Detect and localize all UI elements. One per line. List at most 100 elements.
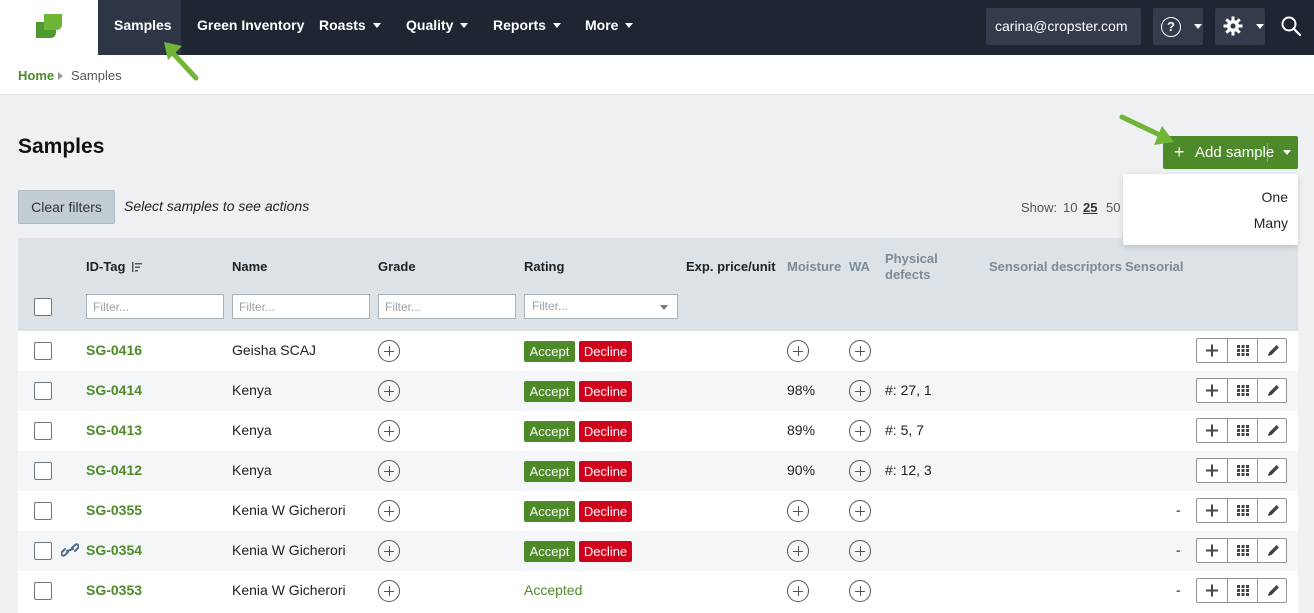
decline-button[interactable]: Decline (579, 381, 632, 402)
link-icon[interactable] (61, 543, 79, 557)
page-size-25[interactable]: 25 (1083, 200, 1097, 215)
add-grade-icon[interactable] (378, 380, 400, 402)
decline-button[interactable]: Decline (579, 461, 632, 482)
row-grid-button[interactable] (1227, 499, 1257, 522)
decline-button[interactable]: Decline (579, 501, 632, 522)
add-sample-button[interactable]: + Add sample (1163, 136, 1298, 169)
add-grade-icon[interactable] (378, 500, 400, 522)
dropdown-item-many[interactable]: Many (1254, 215, 1288, 231)
row-grid-button[interactable] (1227, 339, 1257, 362)
select-all-checkbox[interactable] (34, 298, 52, 316)
add-grade-icon[interactable] (378, 540, 400, 562)
row-add-button[interactable] (1197, 419, 1227, 442)
decline-button[interactable]: Decline (579, 341, 632, 362)
add-moisture-icon[interactable] (787, 500, 809, 522)
nav-reports[interactable]: Reports (493, 0, 561, 55)
add-wa-icon[interactable] (849, 340, 871, 362)
accept-button[interactable]: Accept (524, 541, 575, 562)
row-add-button[interactable] (1197, 499, 1227, 522)
accept-button[interactable]: Accept (524, 381, 575, 402)
filter-name-input[interactable] (232, 294, 370, 319)
col-sensorial-descriptors[interactable]: Sensorial descriptors (989, 259, 1122, 274)
col-id-tag[interactable]: ID-Tag (86, 259, 143, 274)
row-edit-button[interactable] (1257, 339, 1287, 362)
add-wa-icon[interactable] (849, 500, 871, 522)
nav-roasts[interactable]: Roasts (319, 0, 381, 55)
sample-id-link[interactable]: SG-0353 (86, 582, 142, 598)
row-grid-button[interactable] (1227, 579, 1257, 602)
filter-grade-input[interactable] (378, 294, 516, 319)
row-checkbox[interactable] (34, 422, 52, 440)
accept-button[interactable]: Accept (524, 341, 575, 362)
chevron-down-icon[interactable] (1283, 150, 1291, 155)
row-checkbox[interactable] (34, 542, 52, 560)
decline-button[interactable]: Decline (579, 541, 632, 562)
sample-id-link[interactable]: SG-0412 (86, 462, 142, 478)
sample-id-link[interactable]: SG-0416 (86, 342, 142, 358)
row-edit-button[interactable] (1257, 459, 1287, 482)
add-wa-icon[interactable] (849, 540, 871, 562)
page-size-10[interactable]: 10 (1063, 200, 1077, 215)
nav-quality[interactable]: Quality (406, 0, 469, 55)
cropster-logo[interactable] (0, 0, 98, 55)
add-moisture-icon[interactable] (787, 540, 809, 562)
user-menu-button[interactable]: carina@cropster.com (986, 8, 1141, 66)
sample-id-link[interactable]: SG-0414 (86, 382, 142, 398)
col-sensorial[interactable]: Sensorial (1125, 259, 1184, 274)
row-grid-button[interactable] (1227, 379, 1257, 402)
col-moisture[interactable]: Moisture (787, 259, 841, 274)
col-exp-price[interactable]: Exp. price/unit (686, 259, 776, 274)
row-add-button[interactable] (1197, 459, 1227, 482)
clear-filters-button[interactable]: Clear filters (18, 190, 115, 224)
row-checkbox[interactable] (34, 462, 52, 480)
row-checkbox[interactable] (34, 342, 52, 360)
row-checkbox[interactable] (34, 382, 52, 400)
row-add-button[interactable] (1197, 579, 1227, 602)
sample-id-link[interactable]: SG-0413 (86, 422, 142, 438)
row-edit-button[interactable] (1257, 419, 1287, 442)
row-edit-button[interactable] (1257, 539, 1287, 562)
search-icon[interactable] (1280, 15, 1302, 37)
sample-id-link[interactable]: SG-0355 (86, 502, 142, 518)
row-grid-button[interactable] (1227, 419, 1257, 442)
add-moisture-icon[interactable] (787, 580, 809, 602)
add-wa-icon[interactable] (849, 460, 871, 482)
breadcrumb-home-link[interactable]: Home (18, 68, 54, 83)
add-grade-icon[interactable] (378, 340, 400, 362)
page-size-50[interactable]: 50 (1106, 200, 1120, 215)
add-moisture-icon[interactable] (787, 340, 809, 362)
dropdown-item-one[interactable]: One (1262, 189, 1288, 205)
accept-button[interactable]: Accept (524, 421, 575, 442)
row-checkbox[interactable] (34, 582, 52, 600)
decline-button[interactable]: Decline (579, 421, 632, 442)
row-add-button[interactable] (1197, 379, 1227, 402)
accept-button[interactable]: Accept (524, 461, 575, 482)
add-wa-icon[interactable] (849, 380, 871, 402)
row-edit-button[interactable] (1257, 379, 1287, 402)
row-add-button[interactable] (1197, 339, 1227, 362)
row-edit-button[interactable] (1257, 499, 1287, 522)
settings-menu-button[interactable] (1215, 8, 1265, 45)
sample-id-link[interactable]: SG-0354 (86, 542, 142, 558)
row-checkbox[interactable] (34, 502, 52, 520)
add-wa-icon[interactable] (849, 420, 871, 442)
row-grid-button[interactable] (1227, 459, 1257, 482)
row-edit-button[interactable] (1257, 579, 1287, 602)
accept-button[interactable]: Accept (524, 501, 575, 522)
help-menu-button[interactable]: ? (1153, 8, 1203, 45)
col-grade[interactable]: Grade (378, 259, 416, 274)
nav-green-inventory[interactable]: Green Inventory (197, 0, 304, 55)
col-physical-defects[interactable]: Physical defects (885, 251, 955, 283)
add-wa-icon[interactable] (849, 580, 871, 602)
col-wa[interactable]: WA (849, 259, 870, 274)
add-grade-icon[interactable] (378, 460, 400, 482)
col-rating[interactable]: Rating (524, 259, 564, 274)
filter-rating-select[interactable]: Filter... (524, 294, 678, 319)
row-grid-button[interactable] (1227, 539, 1257, 562)
col-name[interactable]: Name (232, 259, 267, 274)
add-grade-icon[interactable] (378, 580, 400, 602)
nav-more[interactable]: More (585, 0, 634, 55)
add-grade-icon[interactable] (378, 420, 400, 442)
row-add-button[interactable] (1197, 539, 1227, 562)
filter-id-input[interactable] (86, 294, 224, 319)
